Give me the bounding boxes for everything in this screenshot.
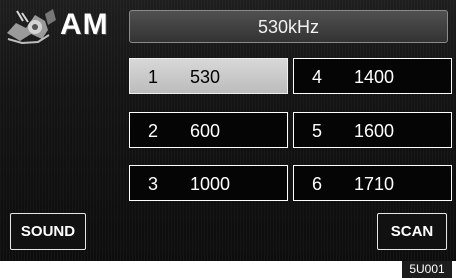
preset-frequency: 1710 (354, 174, 395, 194)
preset-number: 6 (312, 174, 323, 194)
preset-frequency: 1400 (354, 67, 395, 87)
preset-frequency: 600 (190, 121, 221, 141)
preset-button-4[interactable]: 4 1400 (293, 58, 452, 94)
band-logo-area: AM (4, 4, 122, 48)
preset-frequency: 1600 (354, 121, 395, 141)
preset-button-2[interactable]: 2 600 (129, 112, 288, 148)
preset-frequency: 1000 (190, 174, 231, 194)
scan-button[interactable]: SCAN (377, 213, 447, 250)
preset-button-3[interactable]: 3 1000 (129, 165, 288, 201)
frequency-display: 530kHz (129, 10, 448, 43)
preset-button-1[interactable]: 1 530 (129, 58, 288, 94)
figure-code-label: 5U001 (402, 261, 452, 278)
preset-button-6[interactable]: 6 1710 (293, 165, 452, 201)
preset-number: 1 (148, 67, 159, 87)
preset-number: 3 (148, 174, 159, 194)
radio-logo-icon (7, 9, 56, 45)
preset-number: 2 (148, 121, 159, 141)
band-label: AM (60, 8, 109, 41)
sound-button[interactable]: SOUND (10, 213, 86, 250)
preset-number: 5 (312, 121, 323, 141)
preset-number: 4 (312, 67, 323, 87)
preset-frequency: 530 (190, 67, 221, 87)
preset-button-5[interactable]: 5 1600 (293, 112, 452, 148)
radio-screen: AM 530kHz 1 530 2 600 3 1000 4 1400 5 16… (0, 0, 456, 261)
